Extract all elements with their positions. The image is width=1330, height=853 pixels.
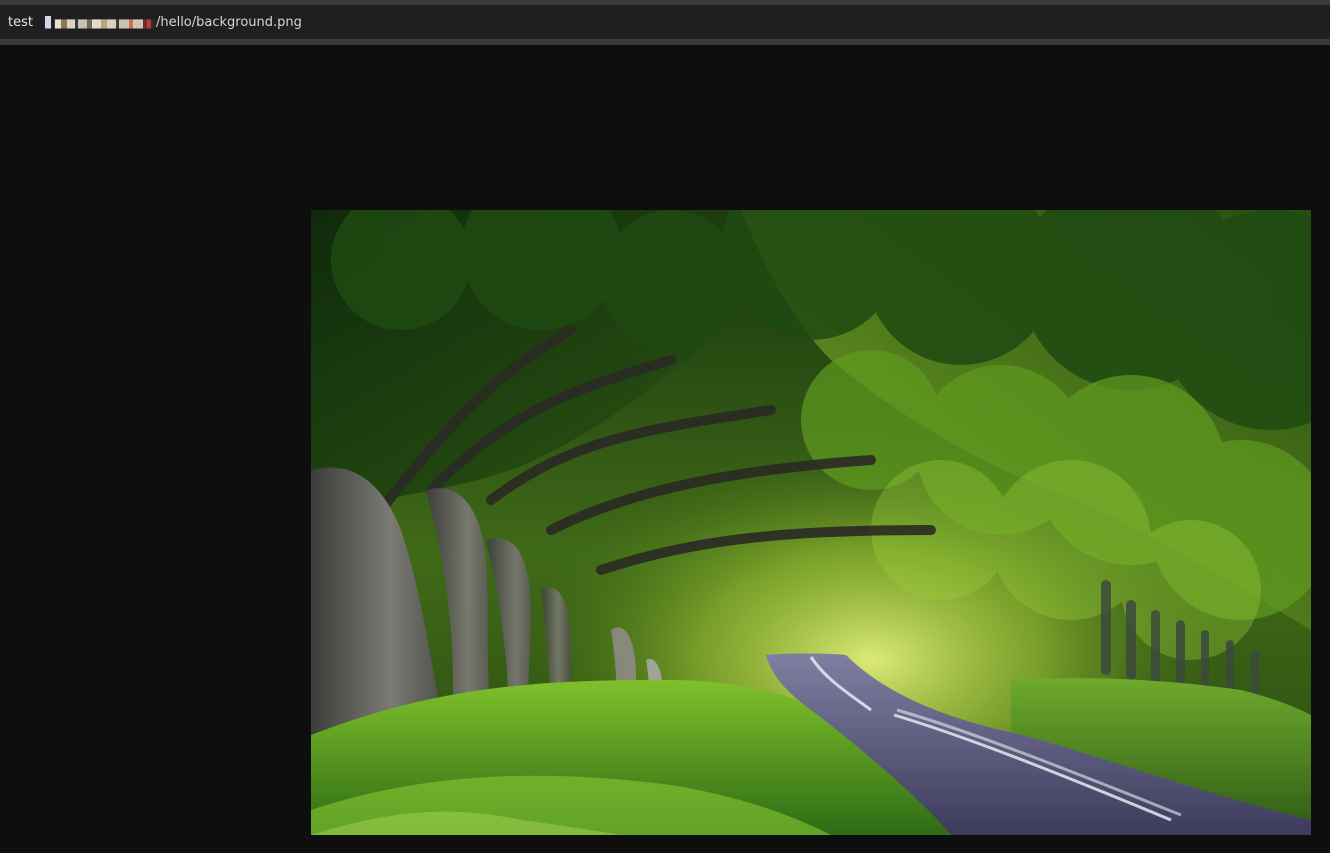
file-path-suffix: /hello/background.png [155,14,302,30]
redacted-path-segment [44,15,155,29]
tree-tunnel-road-photo [311,210,1311,835]
preview-image[interactable] [311,210,1311,835]
tab-bar: test /hello/background.png [0,5,1330,39]
image-viewer-window: test /hello/background.png [0,0,1330,853]
file-path: /hello/background.png [44,14,302,30]
image-viewport[interactable] [0,45,1330,853]
tab-title[interactable]: test [8,15,33,30]
